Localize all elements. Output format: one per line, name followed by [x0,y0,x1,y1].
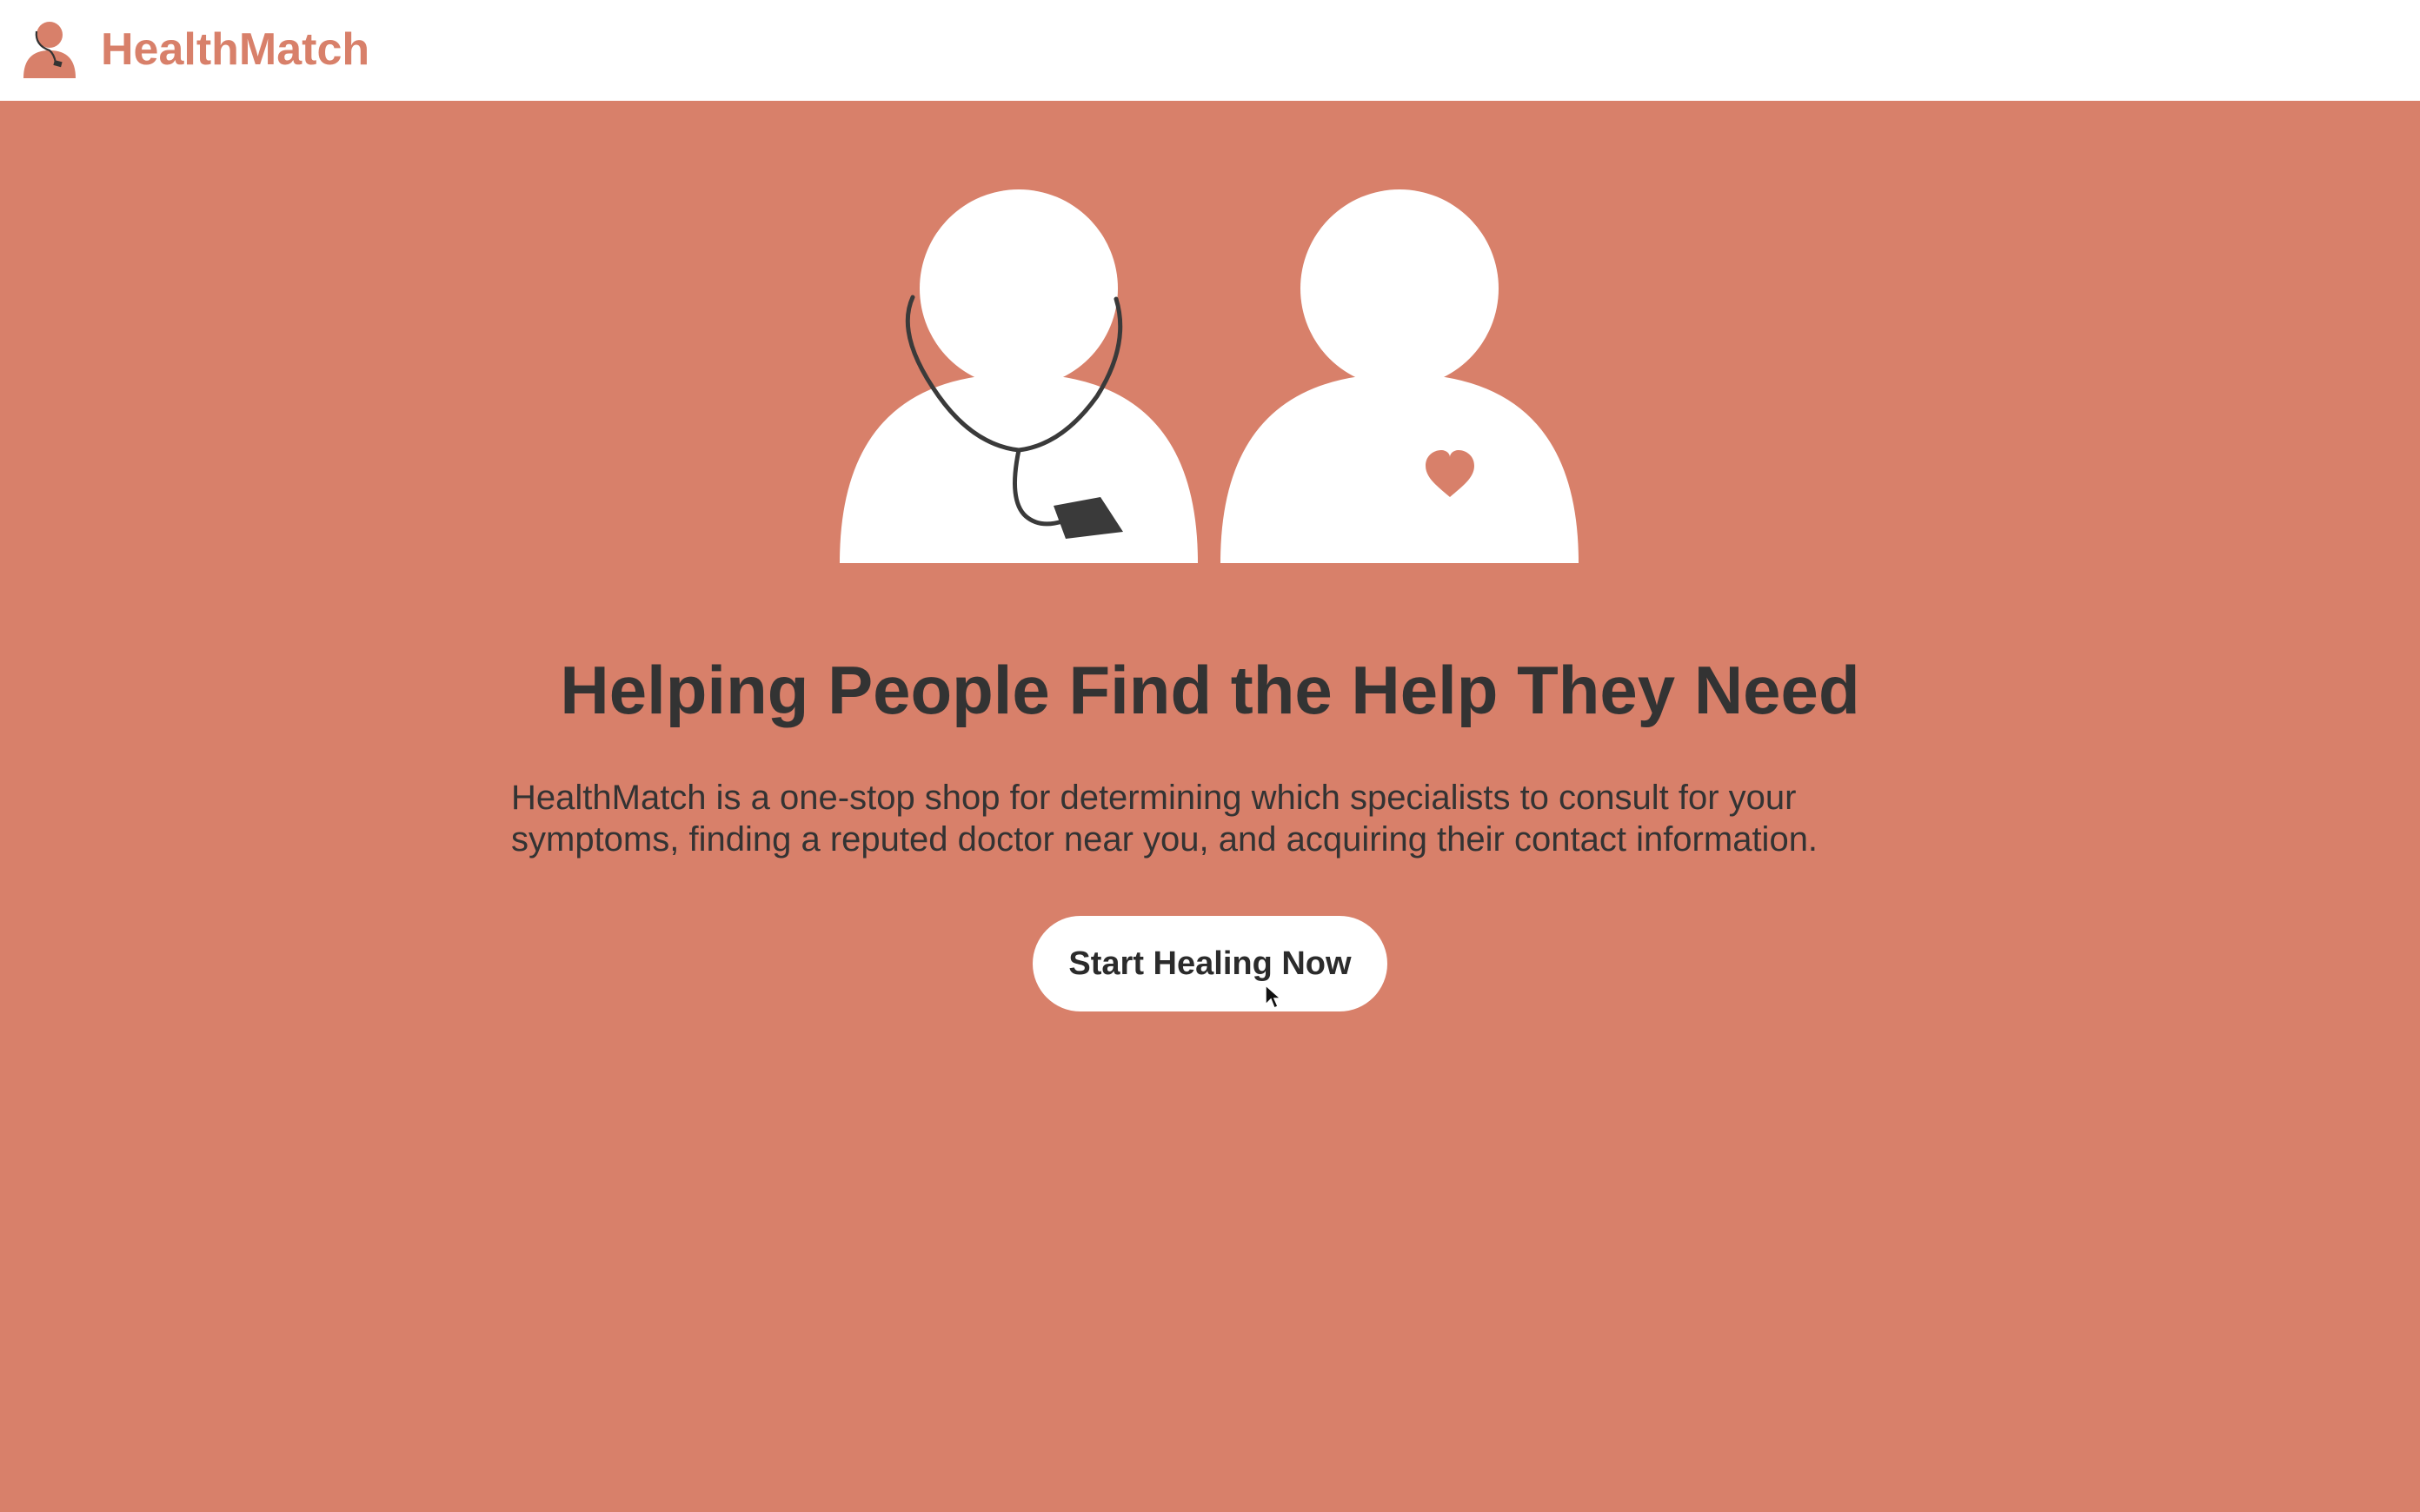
doctor-logo-icon[interactable] [21,19,78,78]
brand-name[interactable]: HealthMatch [101,21,369,78]
hero-section: Helping People Find the Help They Need H… [0,101,2420,1512]
navbar: HealthMatch [0,0,2420,101]
patient-with-heart-icon [1220,189,1579,563]
doctor-patient-illustration [840,189,1579,563]
doctor-with-stethoscope-icon [840,189,1198,563]
page-headline: Helping People Find the Help They Need [560,652,1860,728]
hero-description: HealthMatch is a one-stop shop for deter… [511,779,1818,859]
mouse-cursor-icon [1265,984,1281,1010]
start-healing-button[interactable]: Start Healing Now [1033,916,1387,1011]
